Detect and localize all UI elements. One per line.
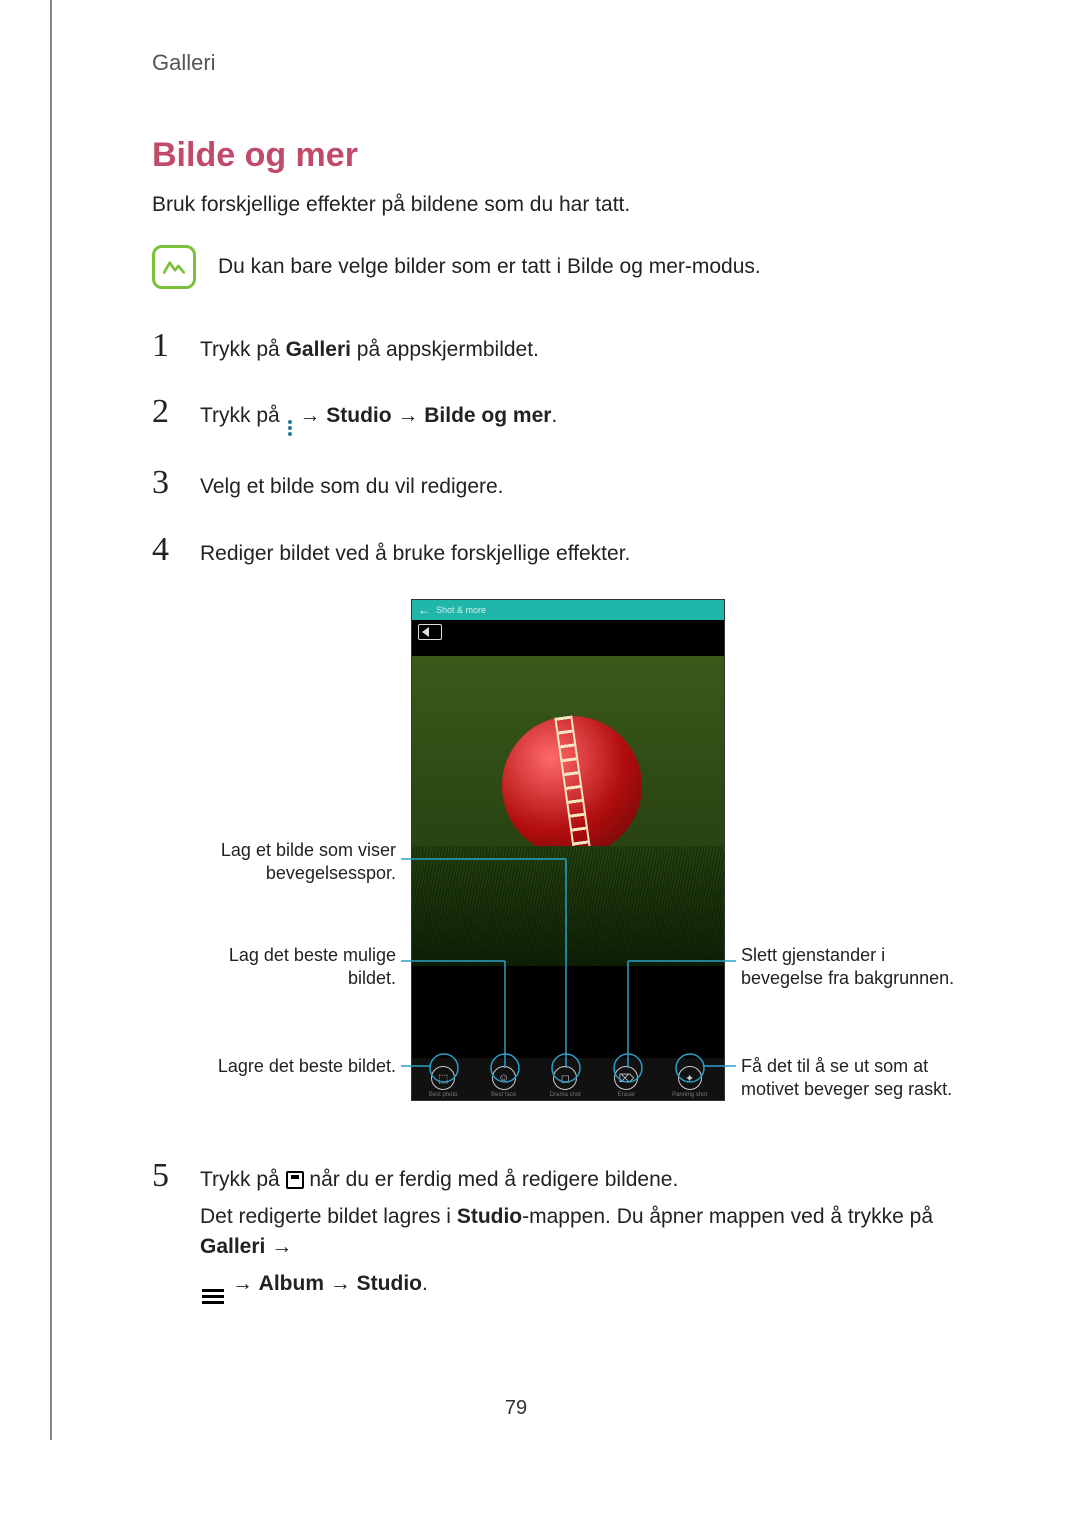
step-text: . [422, 1272, 428, 1295]
step-text: Velg et bilde som du vil redigere. [200, 472, 980, 502]
step-2: 2 Trykk på → Studio → Bilde og mer. [152, 395, 980, 436]
phone-toolbar: ⬚ Best photo ☺ Best face ◻ Drama shot ⌦ Eras… [412, 1058, 724, 1100]
step-3: 3 Velg et bilde som du vil redigere. [152, 466, 980, 502]
arrow: → [226, 1272, 259, 1295]
step-bold: Bilde og mer [424, 404, 551, 427]
phone-screenshot: ← Shot & more ⬚ Best photo ☺ Best face ◻ Dr… [411, 599, 725, 1101]
note-icon [152, 245, 196, 289]
menu-icon [200, 1289, 226, 1304]
panning-shot-icon: ✦ [678, 1066, 702, 1090]
diagram: ← Shot & more ⬚ Best photo ☺ Best face ◻ Dr… [181, 599, 951, 1119]
step-text: -mappen. Du åpner mappen ved å trykke på [522, 1205, 933, 1228]
step-text: på appskjermbildet. [351, 338, 539, 361]
tool-label: Panning shot [672, 1092, 707, 1098]
step-text: Det redigerte bildet lagres i [200, 1205, 457, 1228]
step-bold: Album [259, 1272, 324, 1295]
drama-shot-icon: ◻ [553, 1066, 577, 1090]
tool-eraser: ⌦ Eraser [614, 1066, 638, 1098]
phone-image [412, 656, 724, 966]
step-number: 5 [152, 1159, 180, 1193]
callout-left-3: Lagre det beste bildet. [181, 1055, 396, 1078]
arrow: → [324, 1272, 357, 1295]
step-bold: Galleri [200, 1235, 265, 1258]
callout-left-1: Lag et bilde som viser bevegelsesspor. [181, 839, 396, 884]
phone-titlebar: ← Shot & more [412, 600, 724, 620]
nav-chip-icon [418, 624, 442, 640]
note-text: Du kan bare velge bilder som er tatt i B… [218, 255, 761, 279]
step-bold: Studio [326, 404, 391, 427]
arrow: → [294, 404, 327, 427]
phone-subheader [412, 620, 724, 656]
tool-label: Drama shot [550, 1092, 581, 1098]
step-bold: Studio [457, 1205, 522, 1228]
phone-title: Shot & more [436, 605, 486, 615]
step-number: 3 [152, 466, 180, 500]
tool-best-photo: ⬚ Best photo [429, 1066, 458, 1098]
tool-label: Best face [491, 1092, 516, 1098]
intro-text: Bruk forskjellige effekter på bildene so… [152, 193, 980, 217]
tool-drama-shot: ◻ Drama shot [550, 1066, 581, 1098]
cricket-ball [502, 716, 642, 856]
callout-left-2: Lag det beste mulige bildet. [181, 944, 396, 989]
step-number: 1 [152, 329, 180, 363]
grass [412, 846, 724, 966]
step-5: 5 Trykk på når du er ferdig med å redige… [152, 1159, 980, 1303]
step-text: Rediger bildet ved å bruke forskjellige … [200, 539, 980, 569]
step-text: Trykk på [200, 338, 286, 361]
step-number: 4 [152, 533, 180, 567]
more-icon [286, 420, 294, 436]
page-header: Galleri [152, 50, 980, 76]
section-title: Bilde og mer [152, 136, 980, 175]
step-number: 2 [152, 395, 180, 429]
step-text: når du er ferdig med å redigere bildene. [304, 1168, 679, 1191]
step-bold: Studio [357, 1272, 422, 1295]
callout-right-1: Slett gjenstander i bevegelse fra bakgru… [741, 944, 961, 989]
callout-right-2: Få det til å se ut som at motivet bevege… [741, 1055, 961, 1100]
phone-spacer [412, 966, 724, 1058]
best-face-icon: ☺ [492, 1066, 516, 1090]
step-4: 4 Rediger bildet ved å bruke forskjellig… [152, 533, 980, 569]
step-text: Trykk på [200, 404, 286, 427]
arrow: → [392, 404, 425, 427]
page-number: 79 [52, 1397, 980, 1420]
tool-best-face: ☺ Best face [491, 1066, 516, 1098]
step-text: . [551, 404, 557, 427]
tool-panning-shot: ✦ Panning shot [672, 1066, 707, 1098]
step-1: 1 Trykk på Galleri på appskjermbildet. [152, 329, 980, 365]
step-bold: Galleri [286, 338, 351, 361]
best-photo-icon: ⬚ [431, 1066, 455, 1090]
arrow: → [265, 1235, 292, 1258]
tool-label: Best photo [429, 1092, 458, 1098]
eraser-icon: ⌦ [614, 1066, 638, 1090]
back-icon: ← [418, 603, 430, 617]
note-box: Du kan bare velge bilder som er tatt i B… [152, 245, 980, 289]
save-icon [286, 1171, 304, 1189]
tool-label: Eraser [618, 1092, 636, 1098]
step-text: Trykk på [200, 1168, 286, 1191]
